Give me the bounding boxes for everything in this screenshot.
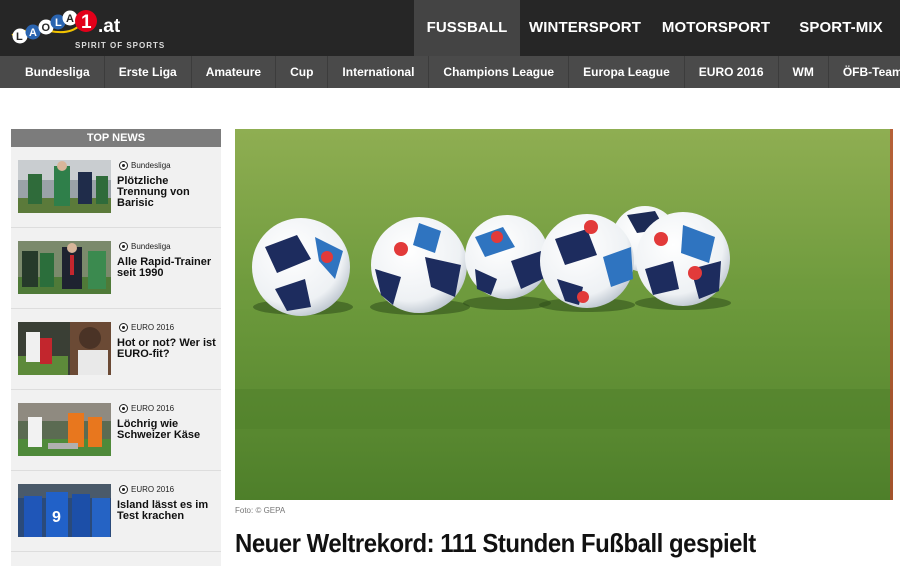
- svg-text:O: O: [42, 22, 51, 34]
- sub-navigation: Bundesliga Erste Liga Amateure Cup Inter…: [0, 56, 900, 88]
- news-category: EURO 2016: [119, 485, 174, 494]
- svg-text:L: L: [16, 31, 23, 43]
- news-category: EURO 2016: [119, 404, 174, 413]
- subnav-amateure[interactable]: Amateure: [192, 56, 277, 88]
- soccer-ball-icon: [119, 485, 128, 494]
- laola1-logo[interactable]: L A O L A 1 .at SPIRIT OF SPORTS: [10, 5, 164, 51]
- nav-fussball[interactable]: FUSSBALL: [414, 0, 520, 56]
- subnav-champions-league[interactable]: Champions League: [429, 56, 570, 88]
- svg-text:A: A: [66, 13, 74, 25]
- top-news-item[interactable]: Bundesliga Alle Rapid-Trainer seit 1990: [11, 228, 221, 309]
- news-headline[interactable]: Island lässt es im Test krachen: [117, 500, 217, 522]
- news-category: EURO 2016: [119, 323, 174, 332]
- svg-text:A: A: [29, 27, 37, 39]
- top-news-item[interactable]: 9 EURO 2016 Island lässt es im Test krac…: [11, 471, 221, 552]
- main-navigation: FUSSBALL WINTERSPORT MOTORSPORT SPORT-MI…: [414, 0, 900, 56]
- subnav-erste-liga[interactable]: Erste Liga: [105, 56, 192, 88]
- top-news-title: TOP NEWS: [11, 129, 221, 147]
- news-headline[interactable]: Hot or not? Wer ist EURO-fit?: [117, 338, 217, 360]
- soccer-ball-icon: [119, 242, 128, 251]
- subnav-wm[interactable]: WM: [779, 56, 829, 88]
- news-thumbnail: 9: [18, 484, 111, 537]
- news-category-label: EURO 2016: [131, 323, 175, 332]
- hero-headline[interactable]: Neuer Weltrekord: 111 Stunden Fußball ge…: [235, 528, 756, 559]
- svg-text:L: L: [55, 17, 62, 29]
- hero-image[interactable]: [235, 129, 893, 500]
- news-category-label: Bundesliga: [131, 161, 171, 170]
- soccer-ball-icon: [119, 404, 128, 413]
- site-header: L A O L A 1 .at SPIRIT OF SPORTS FUSSBAL…: [0, 0, 900, 56]
- nav-motorsport[interactable]: MOTORSPORT: [650, 0, 782, 56]
- news-thumbnail: [18, 160, 111, 213]
- subnav-oefb-team[interactable]: ÖFB-Team: [829, 56, 900, 88]
- top-news-item[interactable]: Bundesliga Plötzliche Trennung von Baris…: [11, 147, 221, 228]
- news-category: Bundesliga: [119, 161, 171, 170]
- top-news-sidebar: TOP NEWS Bundesliga Plötzliche Trennung …: [11, 129, 221, 566]
- logo-tagline: SPIRIT OF SPORTS: [75, 41, 166, 50]
- news-headline[interactable]: Alle Rapid-Trainer seit 1990: [117, 257, 217, 279]
- nav-sport-mix[interactable]: SPORT-MIX: [782, 0, 900, 56]
- svg-text:9: 9: [52, 509, 61, 526]
- subnav-international[interactable]: International: [328, 56, 430, 88]
- news-headline[interactable]: Löchrig wie Schweizer Käse: [117, 419, 217, 441]
- news-category-label: EURO 2016: [131, 404, 175, 413]
- nav-wintersport[interactable]: WINTERSPORT: [520, 0, 650, 56]
- news-category: Bundesliga: [119, 242, 171, 251]
- subnav-cup[interactable]: Cup: [276, 56, 329, 88]
- news-thumbnail: [18, 322, 111, 375]
- news-category-label: EURO 2016: [131, 485, 175, 494]
- soccer-ball-icon: [119, 323, 128, 332]
- photo-credit: Foto: © GEPA: [235, 506, 286, 515]
- subnav-bundesliga[interactable]: Bundesliga: [11, 56, 105, 88]
- top-news-item[interactable]: EURO 2016 Löchrig wie Schweizer Käse: [11, 390, 221, 471]
- svg-text:1: 1: [81, 12, 92, 33]
- soccer-ball-icon: [119, 161, 128, 170]
- news-thumbnail: [18, 403, 111, 456]
- news-headline[interactable]: Plötzliche Trennung von Barisic: [117, 176, 217, 209]
- top-news-item[interactable]: EURO 2016 Hot or not? Wer ist EURO-fit?: [11, 309, 221, 390]
- svg-text:.at: .at: [98, 16, 121, 37]
- news-thumbnail: [18, 241, 111, 294]
- subnav-euro-2016[interactable]: EURO 2016: [685, 56, 779, 88]
- news-category-label: Bundesliga: [131, 242, 171, 251]
- subnav-europa-league[interactable]: Europa League: [569, 56, 685, 88]
